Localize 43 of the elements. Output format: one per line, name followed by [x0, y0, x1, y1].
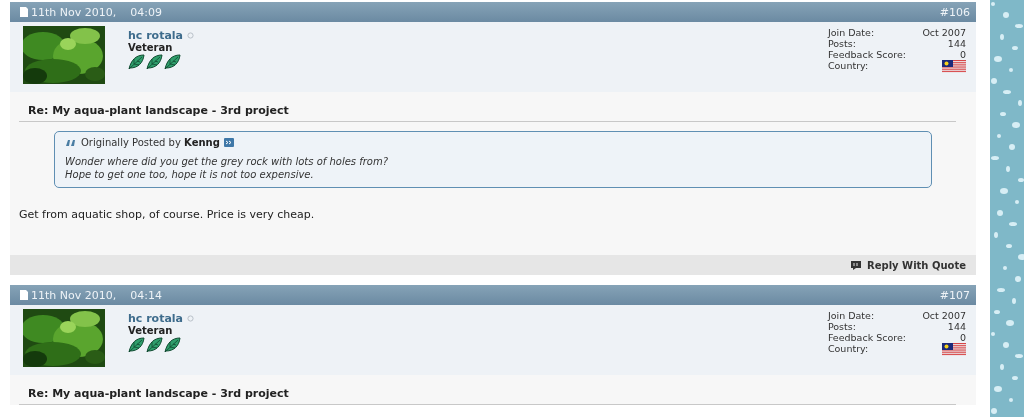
- stat-label: Join Date:: [827, 310, 876, 321]
- leaf-icon: [164, 54, 181, 70]
- username-link[interactable]: hc rotala: [128, 312, 184, 325]
- post-number-link[interactable]: #107: [939, 288, 970, 302]
- leaf-icon: [146, 54, 163, 70]
- post-date: 11th Nov 2010,: [31, 5, 117, 19]
- stat-value: Oct 2007: [922, 310, 966, 321]
- post-time: 04:09: [130, 5, 162, 19]
- post-time: 04:14: [130, 288, 162, 302]
- post-title: Re: My aqua-plant landscape - 3rd project: [19, 104, 956, 122]
- leaf-icon: [128, 54, 145, 70]
- stat-label: Country:: [827, 343, 870, 356]
- view-post-icon[interactable]: [223, 138, 234, 147]
- speech-bubble-icon: [850, 259, 863, 271]
- document-icon: [20, 7, 28, 17]
- stat-label: Join Date:: [827, 27, 876, 38]
- stat-value: 144: [947, 38, 966, 49]
- stat-label: Feedback Score:: [827, 332, 906, 343]
- reply-with-quote-button[interactable]: Reply With Quote: [850, 259, 966, 271]
- leaf-icon: [146, 337, 163, 353]
- quote-text: Wonder where did you get the grey rock with lots of holes from? Hope to get one too, hope it is not too expensive.: [65, 155, 390, 181]
- leaf-icon: [128, 337, 145, 353]
- flag-icon: [942, 60, 966, 73]
- username-link[interactable]: hc rotala: [128, 29, 184, 42]
- post-message: Get from aquatic shop, of course. Price is very cheap.: [19, 208, 316, 221]
- user-rank: Veteran: [128, 42, 174, 53]
- stat-value: 0: [959, 332, 966, 343]
- document-icon: [20, 290, 28, 300]
- flag-icon: [942, 343, 966, 356]
- leaf-icon: [164, 337, 181, 353]
- stat-label: Feedback Score:: [827, 49, 906, 60]
- post-date: 11th Nov 2010,: [31, 288, 117, 302]
- stat-value: 0: [959, 49, 966, 60]
- stat-value: Oct 2007: [922, 27, 966, 38]
- post-title: Re: My aqua-plant landscape - 3rd project: [19, 387, 956, 405]
- stat-label: Posts:: [827, 321, 857, 332]
- quote-icon: [65, 138, 77, 147]
- stat-label: Country:: [827, 60, 870, 73]
- quote-attribution: Originally Posted by Kenng: [81, 137, 220, 148]
- post-number-link[interactable]: #106: [939, 5, 970, 19]
- stat-value: 144: [947, 321, 966, 332]
- user-rank: Veteran: [128, 325, 174, 336]
- stat-label: Posts:: [827, 38, 857, 49]
